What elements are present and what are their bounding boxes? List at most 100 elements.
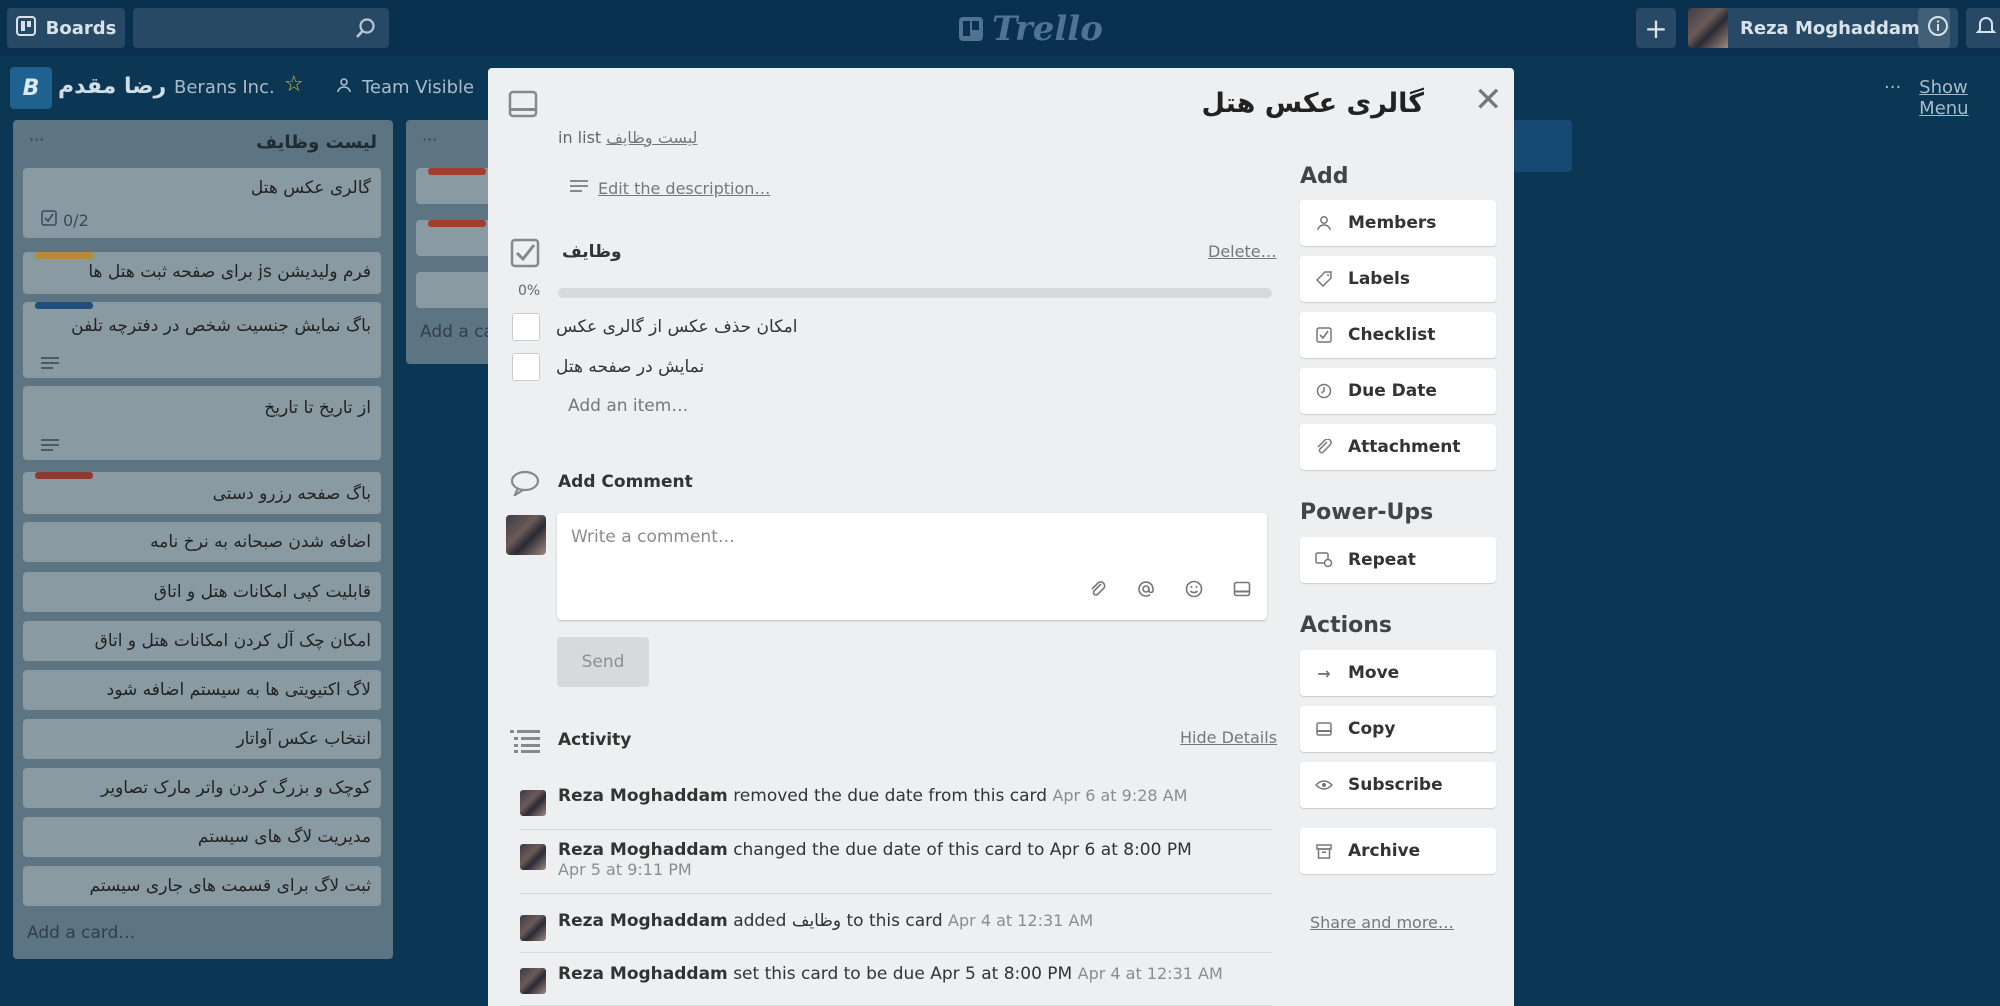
list-card[interactable]: لاگ اکتیویتی ها به سیستم اضافه شود: [23, 670, 381, 710]
actions-heading: Actions: [1300, 613, 1392, 638]
bell-icon: [1975, 15, 1997, 42]
activity-user[interactable]: Reza Moghaddam: [558, 786, 728, 806]
activity-time[interactable]: Apr 6 at 9:28 AM: [1052, 786, 1187, 805]
arrow-right-icon: →: [1317, 663, 1331, 683]
comment-input[interactable]: Write a comment…: [557, 513, 1267, 620]
activity-user[interactable]: Reza Moghaddam: [558, 911, 728, 931]
user-name: Reza Moghaddam: [1740, 17, 1920, 39]
activity-time[interactable]: Apr 4 at 12:31 AM: [948, 911, 1093, 930]
card-list-info: in list لیست وظایف: [558, 128, 697, 147]
attachment-icon[interactable]: [1089, 580, 1107, 602]
comment-icon: [510, 470, 540, 500]
activity-body: Reza Moghaddam set this card to be due A…: [558, 964, 1223, 984]
board-title[interactable]: رضا مقدم: [58, 74, 166, 99]
checkbox-icon: [41, 210, 57, 230]
notifications-button[interactable]: [1966, 8, 2000, 48]
activity-action: added وظایف to this card: [733, 911, 943, 931]
subscribe-button[interactable]: Subscribe: [1300, 762, 1496, 808]
checklist-item-checkbox[interactable]: [512, 353, 540, 381]
add-button[interactable]: +: [1636, 8, 1676, 48]
members-button[interactable]: Members: [1300, 200, 1496, 246]
activity-icon: [510, 728, 540, 758]
card-link-icon[interactable]: [1233, 580, 1251, 602]
powerups-heading: Power-Ups: [1300, 500, 1434, 525]
list-menu-icon[interactable]: ···: [422, 130, 437, 149]
board-org[interactable]: Berans Inc.: [174, 77, 275, 98]
checklist-percent: 0%: [518, 283, 541, 299]
add-item-link[interactable]: Add an item…: [568, 396, 688, 416]
checklist-title[interactable]: وظایف: [562, 242, 622, 262]
avatar: [1688, 8, 1728, 48]
checklist-item-text[interactable]: امکان حذف عکس از گالری عکس: [556, 317, 797, 337]
due-date-button[interactable]: Due Date: [1300, 368, 1496, 414]
avatar: [506, 515, 546, 555]
more-icon[interactable]: ···: [1884, 77, 1901, 119]
activity-entry: Reza Moghaddam removed the due date from…: [520, 786, 1272, 830]
checklist-button[interactable]: Checklist: [1300, 312, 1496, 358]
emoji-icon[interactable]: [1185, 580, 1203, 602]
comment-placeholder: Write a comment…: [571, 527, 735, 547]
share-more-link[interactable]: Share and more…: [1310, 913, 1454, 932]
send-button[interactable]: Send: [557, 637, 649, 687]
add-card-link[interactable]: Add a ca: [420, 322, 494, 342]
list-tasks: ··· لیست وظایف گالری عکس هتل 0/2 فرم ولی…: [13, 120, 393, 959]
list-card[interactable]: گالری عکس هتل 0/2: [23, 168, 381, 238]
list-title[interactable]: لیست وظایف: [256, 132, 377, 153]
list-card[interactable]: اضافه شدن صبحانه به نرخ نامه: [23, 522, 381, 562]
trello-logo[interactable]: Trello: [958, 9, 1103, 49]
copy-button[interactable]: Copy: [1300, 706, 1496, 752]
list-card[interactable]: باگ صفحه رزرو دستی: [23, 472, 381, 514]
activity-user[interactable]: Reza Moghaddam: [558, 964, 728, 984]
list-card[interactable]: فرم ولیدیشن js برای صفحه ثبت هتل ها: [23, 252, 381, 294]
close-icon[interactable]: ✕: [1474, 80, 1503, 120]
hide-details-link[interactable]: Hide Details: [1180, 728, 1277, 747]
list-card[interactable]: قابلیت کپی امکانات هتل و اتاق: [23, 572, 381, 612]
boards-button[interactable]: Boards: [7, 8, 125, 48]
move-button[interactable]: → Move: [1300, 650, 1496, 696]
card-title[interactable]: گالری عکس هتل: [1202, 88, 1424, 119]
checklist-progress-bar: [558, 288, 1272, 298]
activity-entry: Reza Moghaddam set this card to be due A…: [520, 964, 1272, 1006]
add-card-link[interactable]: Add a card…: [27, 923, 135, 943]
attachment-label: Attachment: [1348, 437, 1461, 457]
activity-user[interactable]: Reza Moghaddam: [558, 840, 728, 860]
labels-button[interactable]: Labels: [1300, 256, 1496, 302]
list-card[interactable]: امکان چک آل کردن امکانات هتل و اتاق: [23, 621, 381, 661]
list-card[interactable]: مدیریت لاگ های سیستم: [23, 817, 381, 857]
attachment-button[interactable]: Attachment: [1300, 424, 1496, 470]
search-input[interactable]: [133, 8, 389, 48]
board-logo[interactable]: B: [10, 67, 52, 109]
activity-action: changed the due date of this card to Apr…: [733, 840, 1192, 860]
checklist-item-text[interactable]: نمایش در صفحه هتل: [556, 357, 704, 377]
attachment-icon: [1314, 439, 1334, 455]
list-card[interactable]: انتخاب عکس آواتار: [23, 719, 381, 759]
star-icon[interactable]: ☆: [284, 72, 304, 97]
checklist-icon: [510, 238, 540, 272]
list-menu-icon[interactable]: ···: [29, 130, 44, 149]
show-menu-link[interactable]: Show Menu: [1919, 77, 2000, 119]
edit-description-link[interactable]: Edit the description…: [570, 178, 770, 198]
activity-time[interactable]: Apr 4 at 12:31 AM: [1078, 964, 1223, 983]
boards-icon: [15, 15, 36, 41]
info-button[interactable]: [1918, 8, 1958, 48]
archive-button[interactable]: Archive: [1300, 828, 1496, 874]
checkbox-icon: [1314, 327, 1334, 343]
avatar: [520, 968, 546, 994]
list-card[interactable]: از تاریخ تا تاریخ: [23, 386, 381, 460]
search-icon: [355, 17, 377, 43]
list-link[interactable]: لیست وظایف: [606, 128, 697, 147]
activity-time[interactable]: Apr 5 at 9:11 PM: [558, 860, 692, 879]
delete-checklist-link[interactable]: Delete…: [1208, 242, 1277, 261]
visibility-label: Team Visible: [362, 77, 475, 98]
list-card[interactable]: باگ نمایش جنسیت شخص در دفترچه تلفن: [23, 302, 381, 378]
member-icon: [1314, 215, 1334, 231]
board-visibility[interactable]: Team Visible: [336, 77, 474, 98]
labels-label: Labels: [1348, 269, 1410, 289]
user-menu-button[interactable]: Reza Moghaddam: [1688, 8, 1950, 48]
repeat-button[interactable]: Repeat: [1300, 537, 1496, 583]
card-title: امکان چک آل کردن امکانات هتل و اتاق: [94, 631, 371, 651]
mention-icon[interactable]: [1137, 580, 1155, 602]
list-card[interactable]: ثبت لاگ برای قسمت های جاری سیستم: [23, 866, 381, 906]
list-card[interactable]: کوچک و بزرگ کردن واتر مارک تصاویر: [23, 768, 381, 808]
checklist-item-checkbox[interactable]: [512, 313, 540, 341]
